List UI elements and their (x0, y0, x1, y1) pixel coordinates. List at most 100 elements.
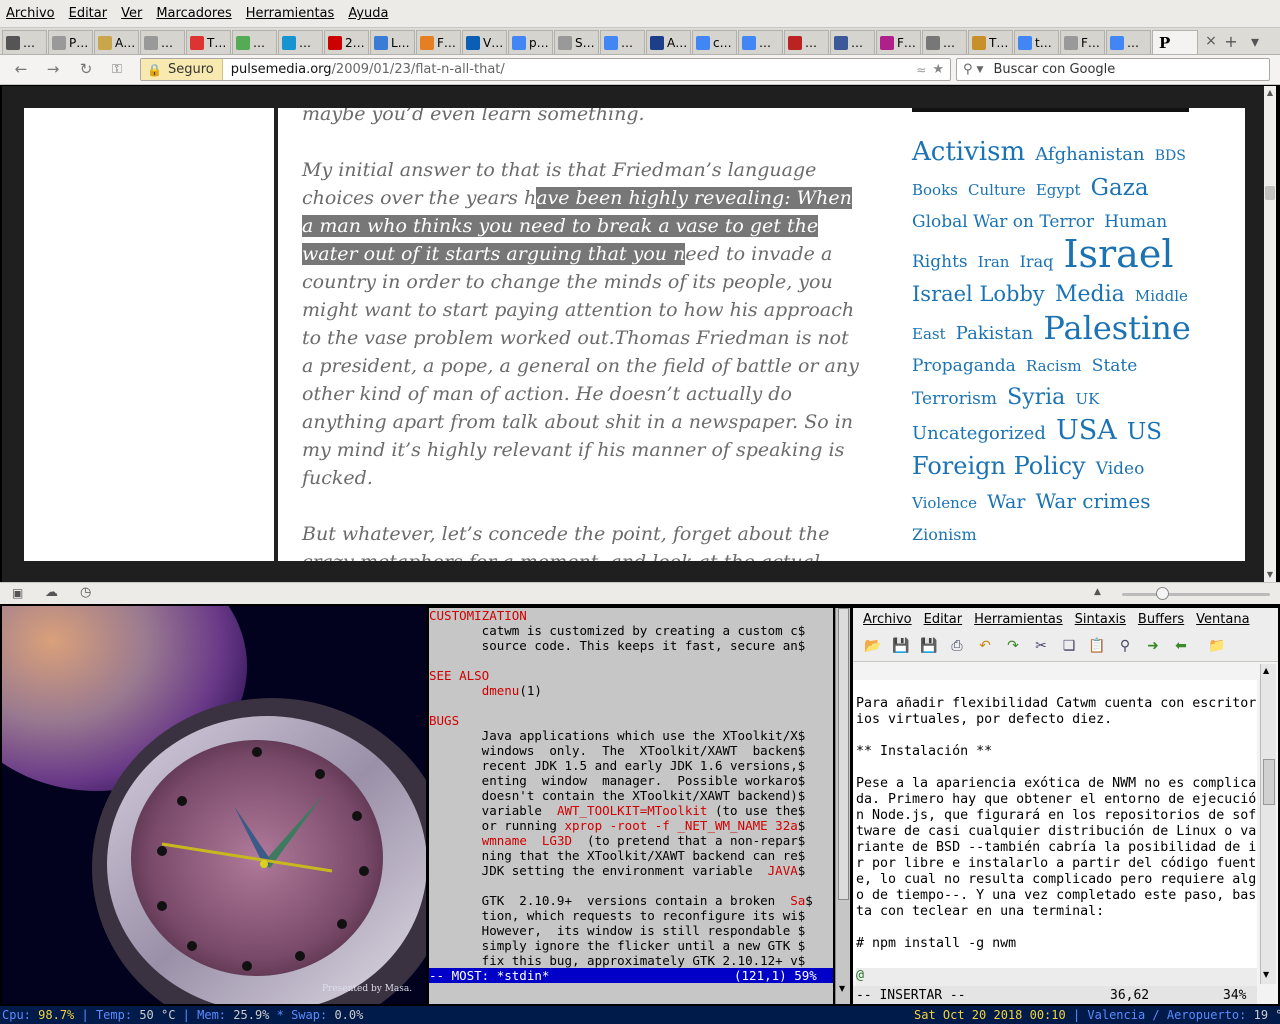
page-scrollbar[interactable]: ▲ ▼ (1264, 86, 1276, 582)
load-session-icon[interactable]: 📁 (1203, 635, 1231, 657)
gvim-scrollbar-thumb[interactable] (1263, 759, 1275, 805)
gvim-menu-item[interactable]: Herramientas (974, 612, 1063, 627)
save-icon[interactable]: 💾 (887, 635, 915, 657)
key-icon[interactable]: ⚿ (106, 59, 128, 79)
scroll-down-arrow-icon[interactable]: ▼ (1265, 570, 1275, 580)
tag-link[interactable]: Pakistan (956, 323, 1034, 344)
cloud-icon[interactable]: ☁ (45, 585, 58, 600)
gvim-menu-item[interactable]: Archivo (863, 612, 912, 627)
find-next-icon[interactable]: ➜ (1139, 635, 1167, 657)
browser-tab[interactable]: … (922, 30, 967, 54)
tag-link[interactable]: Zionism (912, 525, 977, 544)
tag-link[interactable]: Books (912, 181, 958, 199)
menu-5[interactable]: Ayuda (348, 6, 388, 21)
tag-link[interactable]: Iraq (1020, 252, 1054, 271)
browser-tab[interactable]: … (600, 30, 645, 54)
back-arrow-icon[interactable]: ← (10, 59, 32, 79)
zoom-up-icon[interactable]: ▲ (1094, 587, 1101, 597)
tag-link[interactable]: Activism (912, 137, 1025, 167)
find-previous-icon[interactable]: ⬅ (1167, 635, 1195, 657)
tag-link[interactable]: War crimes (1036, 489, 1151, 513)
tag-link[interactable]: UK (1075, 390, 1099, 408)
menu-2[interactable]: Ver (121, 6, 142, 21)
tag-link[interactable]: BDS (1155, 148, 1186, 164)
copy-icon[interactable]: ❏ (1055, 635, 1083, 657)
save-all-icon[interactable]: 💾 (915, 635, 943, 657)
tag-link[interactable]: Video (1096, 459, 1145, 479)
menu-1[interactable]: Editar (69, 6, 108, 21)
cut-icon[interactable]: ✂ (1027, 635, 1055, 657)
sidebar-toggle-icon[interactable]: ▣ (12, 586, 23, 600)
browser-tab[interactable]: … (738, 30, 783, 54)
gvim-window[interactable]: Archivo Editar Herramientas Sintaxis Buffers… (853, 608, 1278, 1004)
url-text[interactable]: pulsemedia.org/2009/01/23/flat-n-all-tha… (231, 62, 505, 77)
menu-0[interactable]: Archivo (6, 6, 55, 21)
browser-tab[interactable]: t… (1014, 30, 1059, 54)
tag-link[interactable]: Media (1055, 282, 1125, 307)
scrollbar-thumb[interactable] (1265, 186, 1275, 200)
browser-tab[interactable]: p… (508, 30, 553, 54)
browser-tab[interactable]: … (784, 30, 829, 54)
tag-link[interactable]: USA (1056, 415, 1117, 446)
new-tab-icon[interactable]: + (1219, 28, 1243, 54)
secure-indicator[interactable]: 🔒 Seguro (141, 59, 223, 80)
gvim-menu-item[interactable]: Editar (924, 612, 963, 627)
tag-link[interactable]: Gaza (1091, 175, 1149, 201)
tag-link[interactable]: Syria (1007, 385, 1065, 410)
tag-link[interactable]: Racism (1026, 357, 1082, 375)
active-browser-tab[interactable]: P (1152, 30, 1198, 54)
undo-icon[interactable]: ↶ (971, 635, 999, 657)
print-icon[interactable]: ⎙ (943, 635, 971, 657)
tag-link[interactable]: War (987, 491, 1025, 513)
paste-icon[interactable]: 📋 (1083, 635, 1111, 657)
terminal-scrollbar[interactable]: ▼ (835, 608, 850, 1004)
browser-tab[interactable]: F… (876, 30, 921, 54)
terminal-scrollbar-thumb[interactable] (838, 608, 849, 900)
tag-link[interactable]: Afghanistan (1035, 144, 1144, 165)
gvim-menu-item[interactable]: Buffers (1138, 612, 1184, 627)
close-tab-icon[interactable]: × (1203, 28, 1219, 54)
browser-tab[interactable]: A… (94, 30, 139, 54)
browser-tab[interactable]: P… (48, 30, 93, 54)
gvim-menu-item[interactable]: Ventana (1196, 612, 1249, 627)
browser-tab[interactable]: A… (646, 30, 691, 54)
browser-tab[interactable]: … (2, 30, 47, 54)
menu-3[interactable]: Marcadores (156, 6, 231, 21)
browser-tab[interactable]: S… (554, 30, 599, 54)
browser-tab[interactable]: … (140, 30, 185, 54)
scroll-up-arrow-icon[interactable]: ▲ (1265, 88, 1275, 98)
browser-tab[interactable]: V… (462, 30, 507, 54)
browser-tab[interactable]: L… (370, 30, 415, 54)
terminal-window[interactable]: CUSTOMIZATION catwm is customized by cre… (429, 608, 833, 1004)
tag-link[interactable]: Iran (978, 253, 1010, 271)
open-file-icon[interactable]: 📂 (859, 635, 887, 657)
gvim-menu-item[interactable]: Sintaxis (1075, 612, 1126, 627)
zoom-slider-handle[interactable] (1156, 587, 1169, 600)
browser-tab[interactable]: … (1106, 30, 1151, 54)
menu-4[interactable]: Herramientas (246, 6, 335, 21)
browser-tab[interactable]: T… (186, 30, 231, 54)
search-engine-dropdown-icon[interactable]: ▼ (977, 65, 984, 75)
tag-link[interactable]: Propaganda (912, 356, 1016, 376)
gvim-scroll-down-icon[interactable]: ▼ (1263, 970, 1269, 979)
browser-tab[interactable]: … (278, 30, 323, 54)
find-replace-icon[interactable]: ⚲ (1111, 635, 1139, 657)
tag-link[interactable]: US (1127, 419, 1162, 445)
browser-tab[interactable]: 2… (324, 30, 369, 54)
forward-arrow-icon[interactable]: → (42, 59, 64, 79)
tab-list-icon[interactable]: ▾ (1243, 28, 1267, 54)
tag-link[interactable]: Palestine (1043, 309, 1190, 347)
browser-tab[interactable]: c… (692, 30, 737, 54)
speedometer-icon[interactable]: ◷ (80, 585, 91, 600)
zoom-slider[interactable] (1122, 593, 1270, 596)
browser-tab[interactable]: T… (968, 30, 1013, 54)
rss-icon[interactable]: ≈ (916, 63, 926, 77)
terminal-scroll-down-icon[interactable]: ▼ (839, 984, 845, 993)
gvim-scrollbar[interactable]: ▲ ▼ (1260, 664, 1276, 984)
tag-link[interactable]: Israel Lobby (912, 282, 1045, 306)
browser-tab[interactable]: F… (1060, 30, 1105, 54)
bookmark-star-icon[interactable]: ★ (932, 62, 944, 77)
reload-icon[interactable]: ↻ (75, 59, 97, 79)
gvim-scroll-up-icon[interactable]: ▲ (1263, 666, 1269, 675)
tag-link[interactable]: Global War on Terror (912, 212, 1094, 232)
